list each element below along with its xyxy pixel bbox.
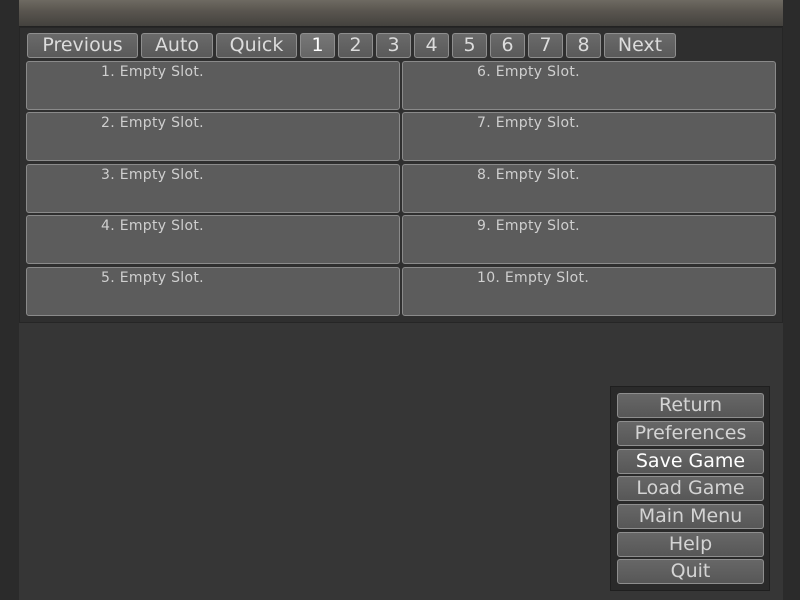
save-slot-3[interactable]: 3. Empty Slot. xyxy=(26,164,400,213)
save-slot-9[interactable]: 9. Empty Slot. xyxy=(402,215,776,264)
save-slot-2[interactable]: 2. Empty Slot. xyxy=(26,112,400,161)
page-3-button[interactable]: 3 xyxy=(376,33,411,58)
file-picker-panel: Previous Auto Quick 1 2 3 4 5 6 7 8 Next… xyxy=(19,27,783,323)
slot-label: 10. Empty Slot. xyxy=(477,270,590,286)
save-slot-6[interactable]: 6. Empty Slot. xyxy=(402,61,776,110)
main-menu-button[interactable]: Main Menu xyxy=(617,504,764,529)
load-game-button[interactable]: Load Game xyxy=(617,476,764,501)
slot-label: 3. Empty Slot. xyxy=(101,167,204,183)
page-7-button[interactable]: 7 xyxy=(528,33,563,58)
quit-button[interactable]: Quit xyxy=(617,559,764,584)
slot-label: 2. Empty Slot. xyxy=(101,115,204,131)
auto-saves-button[interactable]: Auto xyxy=(141,33,213,58)
previous-page-button[interactable]: Previous xyxy=(27,33,138,58)
page-8-button[interactable]: 8 xyxy=(566,33,601,58)
save-game-button[interactable]: Save Game xyxy=(617,449,764,474)
save-slot-4[interactable]: 4. Empty Slot. xyxy=(26,215,400,264)
slot-label: 4. Empty Slot. xyxy=(101,218,204,234)
slot-label: 6. Empty Slot. xyxy=(477,64,580,80)
save-slot-5[interactable]: 5. Empty Slot. xyxy=(26,267,400,316)
page-2-button[interactable]: 2 xyxy=(338,33,373,58)
title-bar xyxy=(19,0,783,27)
save-game-screen: Previous Auto Quick 1 2 3 4 5 6 7 8 Next… xyxy=(0,0,800,600)
preferences-button[interactable]: Preferences xyxy=(617,421,764,446)
help-button[interactable]: Help xyxy=(617,532,764,557)
slot-label: 7. Empty Slot. xyxy=(477,115,580,131)
slot-label: 1. Empty Slot. xyxy=(101,64,204,80)
save-slot-10[interactable]: 10. Empty Slot. xyxy=(402,267,776,316)
page-1-button[interactable]: 1 xyxy=(300,33,335,58)
save-slot-1[interactable]: 1. Empty Slot. xyxy=(26,61,400,110)
quick-saves-button[interactable]: Quick xyxy=(216,33,297,58)
page-4-button[interactable]: 4 xyxy=(414,33,449,58)
game-menu-panel: Return Preferences Save Game Load Game M… xyxy=(610,386,770,591)
slot-label: 8. Empty Slot. xyxy=(477,167,580,183)
page-6-button[interactable]: 6 xyxy=(490,33,525,58)
slot-label: 9. Empty Slot. xyxy=(477,218,580,234)
save-slot-8[interactable]: 8. Empty Slot. xyxy=(402,164,776,213)
next-page-button[interactable]: Next xyxy=(604,33,676,58)
page-5-button[interactable]: 5 xyxy=(452,33,487,58)
return-button[interactable]: Return xyxy=(617,393,764,418)
slot-label: 5. Empty Slot. xyxy=(101,270,204,286)
save-slot-7[interactable]: 7. Empty Slot. xyxy=(402,112,776,161)
